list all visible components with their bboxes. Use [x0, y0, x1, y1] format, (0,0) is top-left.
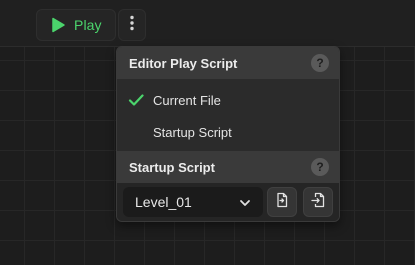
option-startup-script[interactable]: Startup Script: [117, 116, 339, 148]
startup-script-controls: Level_01: [117, 183, 339, 221]
selected-level: Level_01: [135, 194, 192, 210]
help-icon[interactable]: ?: [311, 158, 329, 176]
open-script-button[interactable]: [267, 187, 297, 217]
play-button[interactable]: Play: [36, 9, 116, 41]
level-select[interactable]: Level_01: [123, 187, 263, 217]
import-file-icon: [310, 192, 326, 213]
play-script-dropdown: Editor Play Script ? Current File Startu…: [116, 46, 340, 222]
top-toolbar: Play: [0, 0, 415, 47]
section-title: Editor Play Script: [129, 55, 238, 71]
more-options-button[interactable]: [118, 9, 146, 41]
option-label: Current File: [153, 92, 221, 108]
play-icon: [50, 17, 66, 33]
play-label: Play: [74, 17, 102, 33]
option-current-file[interactable]: Current File: [117, 84, 339, 116]
editor-play-script-header: Editor Play Script ?: [117, 47, 339, 79]
open-file-icon: [274, 192, 290, 213]
more-vertical-icon: [130, 15, 134, 36]
import-script-button[interactable]: [303, 187, 333, 217]
help-icon[interactable]: ?: [311, 54, 329, 72]
chevron-down-icon: [239, 196, 251, 208]
option-label: Startup Script: [153, 124, 232, 140]
checkmark-icon: [128, 92, 144, 108]
section-title: Startup Script: [129, 159, 215, 175]
startup-script-header: Startup Script ?: [117, 151, 339, 183]
